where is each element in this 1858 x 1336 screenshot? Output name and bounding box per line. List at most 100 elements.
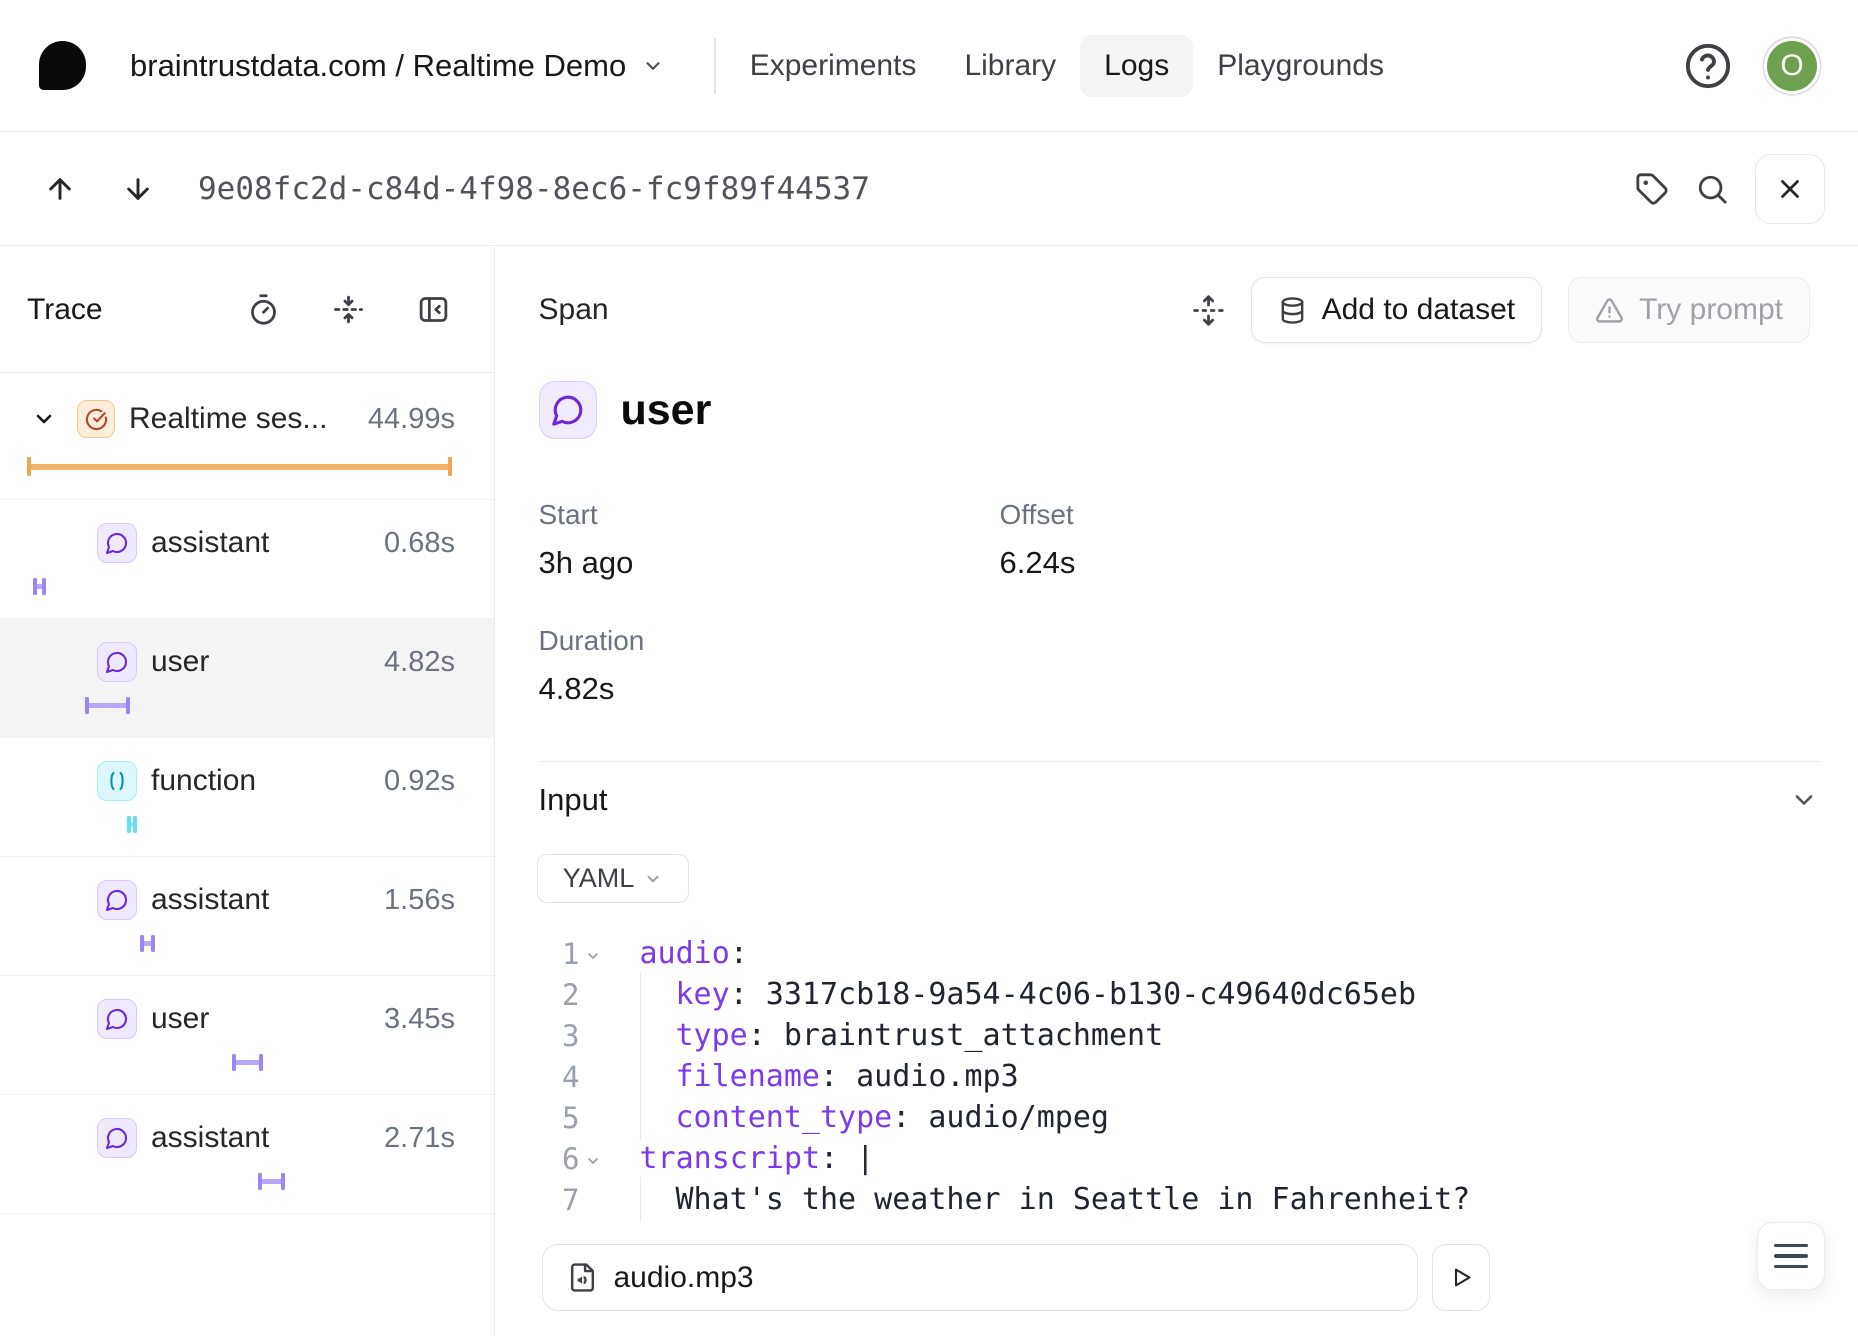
timeline-bar	[85, 697, 130, 714]
input-section-header[interactable]: Input	[539, 782, 1819, 818]
trace-row-function[interactable]: function 0.92s	[0, 738, 494, 857]
span-row-duration: 2.71s	[384, 1122, 494, 1155]
trace-panel-header: Trace	[0, 247, 494, 373]
braintrust-logo-icon[interactable]	[39, 41, 86, 90]
prev-trace-button[interactable]	[30, 159, 90, 219]
search-icon[interactable]	[1695, 172, 1729, 206]
yaml-value: What's the weather in Seattle in Fahrenh…	[676, 1182, 1471, 1217]
next-trace-button[interactable]	[108, 159, 168, 219]
yaml-value: : braintrust_attachment	[748, 1018, 1163, 1053]
nav-library[interactable]: Library	[940, 35, 1080, 97]
indent-guide	[640, 1177, 641, 1222]
span-row-label: assistant	[151, 883, 269, 917]
span-row-label: function	[151, 764, 256, 798]
fold-chevron-icon[interactable]	[580, 948, 606, 964]
tag-icon[interactable]	[1635, 172, 1669, 206]
yaml-value: : audio.mp3	[820, 1059, 1019, 1094]
section-divider	[539, 761, 1821, 762]
play-icon	[1447, 1264, 1474, 1291]
trace-row-assistant[interactable]: assistant 0.68s	[0, 500, 494, 619]
fold-chevron-icon[interactable]	[580, 1153, 606, 1169]
span-row-label: user	[151, 645, 209, 679]
nav-logs[interactable]: Logs	[1080, 35, 1193, 97]
span-row-label: user	[151, 1002, 209, 1036]
span-row-duration: 0.92s	[384, 765, 494, 798]
chevron-down-icon[interactable]	[32, 407, 56, 431]
span-row-label: Realtime ses...	[129, 402, 327, 436]
code-line: 4 filename: audio.mp3	[497, 1056, 1858, 1097]
top-navbar: braintrustdata.com / Realtime Demo Exper…	[0, 0, 1858, 132]
timer-icon[interactable]	[247, 293, 280, 326]
meta-value: 3h ago	[539, 545, 1000, 581]
collapse-panel-icon[interactable]	[417, 293, 450, 326]
try-prompt-button[interactable]: Try prompt	[1568, 277, 1810, 343]
message-bubble-icon	[97, 642, 137, 682]
line-number: 1	[539, 937, 580, 971]
code-line: 5 content_type: audio/mpeg	[497, 1097, 1858, 1138]
close-button[interactable]	[1755, 154, 1825, 224]
toolbar-right	[1635, 154, 1825, 224]
trace-toolbar: 9e08fc2d-c84d-4f98-8ec6-fc9f89f44537	[0, 132, 1858, 246]
indent-guide	[640, 1095, 641, 1140]
line-number: 6	[539, 1142, 580, 1176]
timeline-bar	[258, 1173, 285, 1190]
format-select-value: YAML	[563, 863, 635, 894]
workspace-switcher[interactable]: braintrustdata.com / Realtime Demo	[130, 48, 664, 84]
meta-label: Start	[539, 499, 1000, 531]
span-title-row: user	[539, 381, 1858, 439]
indent-guide	[640, 972, 641, 1017]
trace-header-icons	[247, 293, 450, 326]
yaml-key: content_type	[676, 1100, 893, 1135]
try-prompt-label: Try prompt	[1639, 293, 1783, 327]
trace-row-assistant[interactable]: assistant 2.71s	[0, 1095, 494, 1214]
span-header-actions: Add to dataset Try prompt	[1192, 277, 1810, 343]
nav-playgrounds[interactable]: Playgrounds	[1193, 35, 1408, 97]
meta-offset: Offset 6.24s	[1000, 499, 1817, 581]
code-line: 6 transcript: |	[497, 1138, 1858, 1179]
input-section-title: Input	[539, 782, 608, 818]
yaml-value: :	[730, 936, 748, 971]
message-bubble-icon	[97, 1118, 137, 1158]
span-panel: Span Add to dataset Try prompt	[497, 247, 1858, 1336]
line-number: 7	[539, 1183, 580, 1217]
add-to-dataset-button[interactable]: Add to dataset	[1251, 277, 1542, 343]
line-number: 5	[539, 1101, 580, 1135]
yaml-key: type	[676, 1018, 748, 1053]
chevron-down-icon	[642, 55, 664, 77]
span-row-duration: 3.45s	[384, 1003, 494, 1036]
trace-id: 9e08fc2d-c84d-4f98-8ec6-fc9f89f44537	[198, 171, 870, 207]
span-row-label: assistant	[151, 1121, 269, 1155]
overflow-menu-button[interactable]	[1757, 1222, 1825, 1290]
indent-guide	[640, 1013, 641, 1058]
nav-experiments[interactable]: Experiments	[726, 35, 941, 97]
parentheses-icon	[97, 761, 137, 801]
code-line: 2 key: 3317cb18-9a54-4c06-b130-c49640dc6…	[497, 974, 1858, 1015]
unfold-vertical-icon[interactable]	[1192, 294, 1225, 327]
collapse-all-icon[interactable]	[332, 293, 365, 326]
avatar[interactable]: O	[1764, 38, 1820, 94]
main-nav: Experiments Library Logs Playgrounds	[726, 35, 1408, 97]
play-audio-button[interactable]	[1432, 1244, 1490, 1311]
trace-row-user[interactable]: user 4.82s	[0, 619, 494, 738]
timeline-bar	[27, 457, 452, 476]
span-row-label: assistant	[151, 526, 269, 560]
trace-row-assistant[interactable]: assistant 1.56s	[0, 857, 494, 976]
code-line: 1 audio:	[497, 933, 1858, 974]
help-icon[interactable]	[1682, 40, 1734, 92]
trace-panel: Trace Real	[0, 247, 495, 1336]
close-icon	[1775, 174, 1805, 204]
timeline-bar	[127, 816, 137, 833]
audio-attachment-chip[interactable]: audio.mp3	[542, 1244, 1418, 1311]
app-root: braintrustdata.com / Realtime Demo Exper…	[0, 0, 1858, 1336]
arrow-up-icon	[44, 173, 76, 205]
chevron-down-icon[interactable]	[1790, 786, 1818, 814]
span-row-duration: 4.82s	[384, 646, 494, 679]
code-line: 7 What's the weather in Seattle in Fahre…	[497, 1179, 1858, 1220]
meta-value: 4.82s	[539, 671, 1000, 707]
trace-row-user[interactable]: user 3.45s	[0, 976, 494, 1095]
format-select[interactable]: YAML	[537, 854, 689, 903]
trace-row-session[interactable]: Realtime ses... 44.99s	[0, 373, 494, 500]
yaml-key: key	[676, 977, 730, 1012]
meta-label: Duration	[539, 625, 1000, 657]
message-bubble-icon	[97, 523, 137, 563]
